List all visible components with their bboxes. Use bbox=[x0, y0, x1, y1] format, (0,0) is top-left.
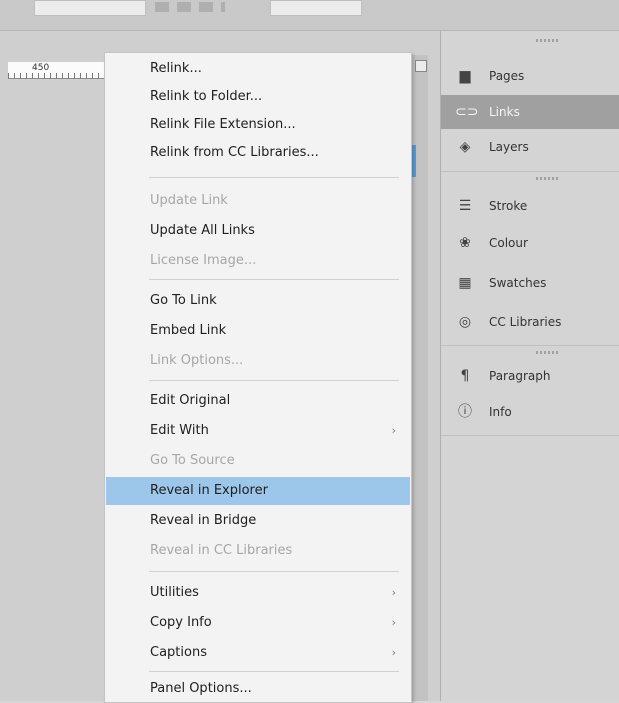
panel-colour[interactable]: ❀ Colour bbox=[441, 226, 619, 260]
menu-item-label: Edit With bbox=[150, 423, 209, 438]
links-context-menu: Relink... Relink to Folder... Relink Fil… bbox=[104, 52, 412, 703]
menu-item-edit-original[interactable]: Edit Original bbox=[106, 387, 410, 415]
links-icon: ⊂⊃ bbox=[455, 104, 479, 120]
menu-item-relink-from-cc-libraries[interactable]: Relink from CC Libraries... bbox=[106, 139, 410, 167]
panel-layers[interactable]: ◈ Layers bbox=[441, 130, 619, 164]
panel-group-divider bbox=[441, 435, 619, 436]
panel-links[interactable]: ⊂⊃ Links bbox=[441, 95, 619, 129]
menu-item-relink[interactable]: Relink... bbox=[106, 55, 410, 83]
panel-stroke[interactable]: ☰ Stroke bbox=[441, 189, 619, 223]
menu-item-update-link: Update Link bbox=[150, 193, 228, 208]
menu-item-go-to-source: Go To Source bbox=[150, 453, 235, 468]
top-field-left[interactable] bbox=[34, 0, 146, 16]
submenu-arrow-icon: › bbox=[391, 586, 396, 599]
menu-item-copy-info[interactable]: Copy Info › bbox=[106, 609, 410, 637]
stroke-icon: ☰ bbox=[458, 198, 472, 214]
menu-item-label: Utilities bbox=[150, 585, 199, 600]
submenu-arrow-icon: › bbox=[391, 616, 396, 629]
menu-separator bbox=[149, 671, 399, 672]
info-icon: ⓘ bbox=[458, 404, 472, 420]
panel-group-divider bbox=[441, 345, 619, 346]
menu-item-panel-options[interactable]: Panel Options... bbox=[106, 675, 410, 703]
panel-label: Stroke bbox=[489, 199, 528, 213]
panel-label: Pages bbox=[489, 69, 525, 83]
menu-item-license-image: License Image... bbox=[150, 253, 257, 268]
submenu-arrow-icon: › bbox=[391, 646, 396, 659]
menu-separator bbox=[149, 380, 399, 381]
menu-item-label: Copy Info bbox=[150, 615, 212, 630]
panel-label: CC Libraries bbox=[489, 315, 562, 329]
panel-label: Layers bbox=[489, 140, 529, 154]
menu-item-reveal-in-bridge[interactable]: Reveal in Bridge bbox=[106, 507, 410, 535]
menu-item-utilities[interactable]: Utilities › bbox=[106, 579, 410, 607]
panel-label: Info bbox=[489, 405, 512, 419]
submenu-arrow-icon: › bbox=[391, 424, 396, 437]
layers-icon: ◈ bbox=[459, 139, 471, 155]
selection-accent bbox=[412, 145, 416, 177]
horizontal-ruler bbox=[8, 62, 118, 79]
top-field-right[interactable] bbox=[270, 0, 362, 16]
menu-item-relink-file-extension[interactable]: Relink File Extension... bbox=[106, 111, 410, 139]
panel-paragraph[interactable]: ¶ Paragraph bbox=[441, 359, 619, 393]
panel-pages[interactable]: ▆ Pages bbox=[441, 59, 619, 93]
panel-label: Swatches bbox=[489, 276, 547, 290]
cc-libraries-icon: ◎ bbox=[458, 314, 472, 330]
panel-label: Paragraph bbox=[489, 369, 551, 383]
menu-item-embed-link[interactable]: Embed Link bbox=[106, 317, 410, 345]
menu-item-update-all-links[interactable]: Update All Links bbox=[106, 217, 410, 245]
menu-separator bbox=[149, 177, 399, 178]
menu-separator bbox=[149, 571, 399, 572]
pages-icon: ▆ bbox=[459, 68, 471, 84]
panel-dock: ▆ Pages ⊂⊃ Links ◈ Layers ☰ Stroke ❀ Col… bbox=[440, 31, 619, 701]
panel-label: Colour bbox=[489, 236, 528, 250]
paragraph-icon: ¶ bbox=[460, 368, 470, 384]
panel-group-divider bbox=[441, 171, 619, 172]
top-control-bar bbox=[0, 0, 619, 31]
scroll-corner-icon[interactable] bbox=[415, 60, 427, 72]
dock-grip[interactable] bbox=[536, 351, 560, 354]
colour-icon: ❀ bbox=[459, 235, 471, 251]
menu-separator bbox=[149, 279, 399, 280]
dock-grip[interactable] bbox=[536, 39, 560, 42]
menu-item-link-options: Link Options... bbox=[150, 353, 244, 368]
panel-cc-libraries[interactable]: ◎ CC Libraries bbox=[441, 305, 619, 339]
menu-item-go-to-link[interactable]: Go To Link bbox=[106, 287, 410, 315]
dock-grip[interactable] bbox=[536, 177, 560, 180]
menu-item-reveal-in-explorer[interactable]: Reveal in Explorer bbox=[106, 477, 410, 505]
menu-item-captions[interactable]: Captions › bbox=[106, 639, 410, 667]
swatches-icon: ▦ bbox=[458, 275, 472, 291]
top-toolbar-icons bbox=[155, 2, 225, 12]
menu-item-label: Captions bbox=[150, 645, 207, 660]
ruler-label: 450 bbox=[32, 63, 50, 73]
menu-item-relink-to-folder[interactable]: Relink to Folder... bbox=[106, 83, 410, 111]
menu-item-edit-with[interactable]: Edit With › bbox=[106, 417, 410, 445]
panel-label: Links bbox=[489, 105, 520, 119]
menu-item-reveal-in-cc-libraries: Reveal in CC Libraries bbox=[150, 543, 293, 558]
panel-info[interactable]: ⓘ Info bbox=[441, 395, 619, 429]
panel-swatches[interactable]: ▦ Swatches bbox=[441, 266, 619, 300]
